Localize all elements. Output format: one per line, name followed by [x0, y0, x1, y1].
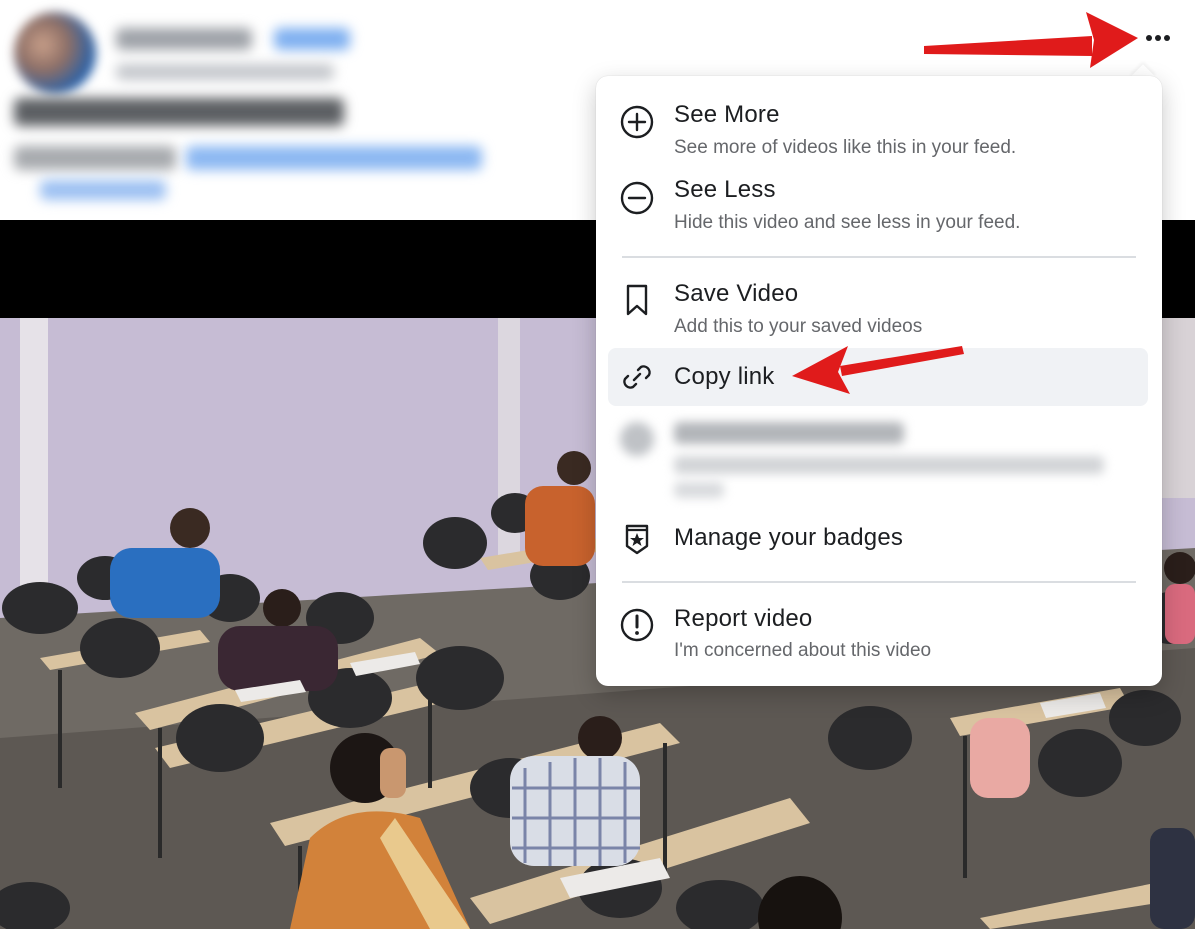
blurred-icon [620, 422, 654, 456]
blurred-timestamp[interactable] [116, 64, 334, 80]
menu-item-save-video[interactable]: Save Video Add this to your saved videos [608, 272, 1148, 344]
menu-item-label: Save Video [674, 280, 799, 307]
menu-panel: See More See more of videos like this in… [596, 76, 1162, 686]
dot-icon [1155, 35, 1161, 41]
plus-circle-icon [620, 105, 654, 139]
menu-item-see-more[interactable]: See More See more of videos like this in… [608, 94, 1148, 166]
blurred-author-name[interactable] [116, 28, 252, 50]
blurred-caption-line-2 [14, 146, 176, 170]
bookmark-icon [626, 284, 648, 316]
video-options-menu: See More See more of videos like this in… [596, 64, 1162, 686]
menu-item-description: Add this to your saved videos [674, 316, 923, 337]
dot-icon [1146, 35, 1152, 41]
menu-item-label: Manage your badges [674, 524, 904, 551]
menu-item-description: Hide this video and see less in your fee… [674, 212, 1021, 233]
alert-circle-icon [620, 608, 654, 642]
menu-item-manage-badges[interactable]: Manage your badges [608, 510, 1148, 568]
avatar[interactable] [14, 12, 96, 94]
menu-item-description: See more of videos like this in your fee… [674, 137, 1017, 158]
link-icon [623, 365, 651, 389]
menu-item-blurred[interactable] [608, 414, 1148, 504]
badge-star-icon [625, 524, 649, 555]
blurred-follow-link[interactable] [274, 28, 350, 50]
menu-item-label: Copy link [674, 363, 775, 390]
blurred-see-more[interactable] [40, 180, 166, 200]
more-options-button[interactable] [1136, 24, 1180, 52]
blurred-description [674, 456, 1104, 474]
menu-item-report-video[interactable]: Report video I'm concerned about this vi… [608, 596, 1148, 670]
minus-circle-icon [620, 181, 654, 215]
blurred-caption [14, 98, 344, 126]
dot-icon [1164, 35, 1170, 41]
menu-item-label: Report video [674, 605, 813, 632]
menu-divider [622, 256, 1136, 258]
menu-item-label: See More [674, 101, 780, 128]
menu-item-see-less[interactable]: See Less Hide this video and see less in… [608, 170, 1148, 242]
menu-item-description: I'm concerned about this video [674, 640, 932, 661]
menu-item-copy-link[interactable]: Copy link [608, 348, 1148, 406]
blurred-description-2 [674, 482, 724, 498]
menu-item-label: See Less [674, 176, 776, 203]
blurred-link[interactable] [186, 146, 482, 170]
blurred-label [674, 422, 904, 444]
menu-divider [622, 581, 1136, 583]
